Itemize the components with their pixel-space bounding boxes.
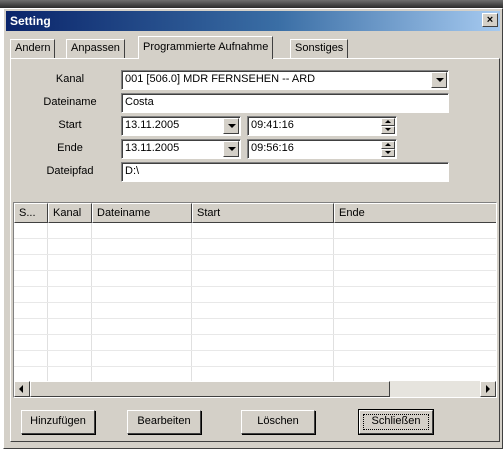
delete-button[interactable]: Löschen — [241, 410, 315, 434]
ende-time-value: 09:56:16 — [251, 142, 294, 154]
kanal-select[interactable]: 001 [506.0] MDR FERNSEHEN -- ARD — [121, 70, 449, 90]
close-icon[interactable]: × — [482, 13, 498, 27]
dateiname-label: Dateiname — [43, 96, 97, 108]
focus-rect — [363, 414, 429, 430]
chevron-down-icon[interactable] — [223, 118, 239, 134]
tab-panel: Kanal 001 [506.0] MDR FERNSEHEN -- ARD D… — [10, 58, 500, 442]
scroll-thumb[interactable] — [30, 381, 390, 397]
column-header-start[interactable]: Start — [192, 203, 334, 223]
column-header-dateiname[interactable]: Dateiname — [92, 203, 192, 223]
column-header-kanal[interactable]: Kanal — [48, 203, 92, 223]
setting-dialog: Setting × Andern Anpassen Programmierte … — [3, 8, 503, 449]
chevron-down-icon[interactable] — [223, 141, 239, 157]
ende-date-picker[interactable]: 13.11.2005 — [121, 139, 241, 159]
row-divider — [14, 270, 496, 271]
title-bar: Setting × — [6, 11, 500, 31]
tab-sonstiges[interactable]: Sonstiges — [290, 39, 349, 58]
row-divider — [14, 286, 496, 287]
ende-time-input[interactable]: 09:56:16 — [247, 139, 397, 159]
close-button[interactable]: Schließen — [358, 409, 434, 435]
ende-time-spinner[interactable] — [381, 141, 395, 157]
column-header-ende[interactable]: Ende — [334, 203, 496, 223]
list-body — [14, 223, 496, 381]
add-button[interactable]: Hinzufügen — [21, 410, 95, 434]
start-label: Start — [58, 119, 82, 131]
recording-list[interactable]: S... Kanal Dateiname Start Ende — [13, 202, 497, 398]
start-time-input[interactable]: 09:41:16 — [247, 116, 397, 136]
column-header-status[interactable]: S... — [14, 203, 48, 223]
dateipfad-label: Dateipfad — [46, 165, 94, 177]
list-header: S... Kanal Dateiname Start Ende — [14, 203, 496, 223]
row-divider — [14, 254, 496, 255]
spin-down-icon[interactable] — [381, 149, 395, 157]
tab-anpassen[interactable]: Anpassen — [66, 39, 125, 58]
dateiname-input[interactable]: Costa — [121, 93, 449, 113]
row-divider — [14, 334, 496, 335]
start-time-spinner[interactable] — [381, 118, 395, 134]
horizontal-scrollbar[interactable] — [14, 381, 496, 397]
row-divider — [14, 350, 496, 351]
row-divider — [14, 302, 496, 303]
scroll-right-icon[interactable] — [480, 381, 496, 397]
chevron-down-icon[interactable] — [431, 72, 447, 88]
spin-down-icon[interactable] — [381, 126, 395, 134]
top-edge — [0, 0, 503, 8]
kanal-label: Kanal — [55, 73, 85, 85]
ende-label: Ende — [57, 142, 83, 154]
window-title: Setting — [10, 14, 51, 28]
kanal-value: 001 [506.0] MDR FERNSEHEN -- ARD — [125, 73, 316, 85]
spin-up-icon[interactable] — [381, 118, 395, 126]
start-date-value: 13.11.2005 — [125, 119, 180, 131]
tab-andern[interactable]: Andern — [10, 39, 56, 58]
tab-programmierte-aufnahme[interactable]: Programmierte Aufnahme — [138, 36, 274, 59]
spin-up-icon[interactable] — [381, 141, 395, 149]
row-divider — [14, 238, 496, 239]
start-date-picker[interactable]: 13.11.2005 — [121, 116, 241, 136]
start-time-value: 09:41:16 — [251, 119, 294, 131]
row-divider — [14, 318, 496, 319]
dateipfad-input[interactable]: D:\ — [121, 162, 449, 182]
ende-date-value: 13.11.2005 — [125, 142, 180, 154]
scroll-left-icon[interactable] — [14, 381, 30, 397]
row-divider — [14, 366, 496, 367]
edit-button[interactable]: Bearbeiten — [127, 410, 201, 434]
